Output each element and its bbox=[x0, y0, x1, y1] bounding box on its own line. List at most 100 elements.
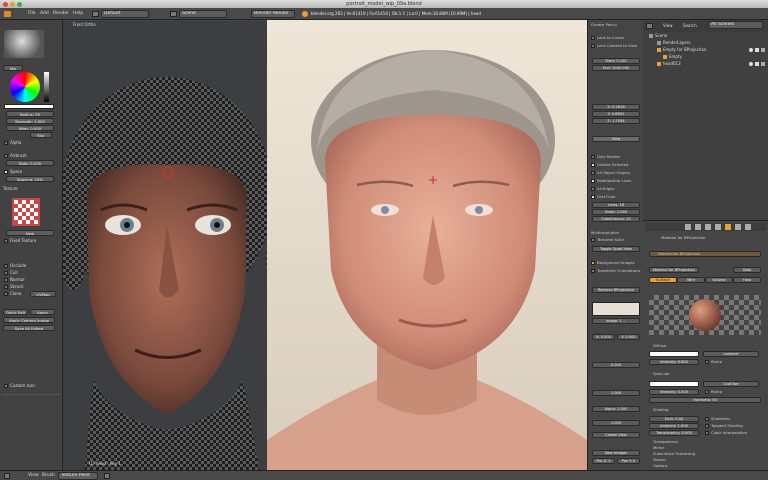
strand-section[interactable]: Strand bbox=[653, 457, 666, 462]
outliner-item-empty[interactable]: Empty bbox=[669, 54, 682, 59]
outliner-view-menu[interactable]: View bbox=[663, 23, 673, 28]
visibility-eye-icon[interactable] bbox=[749, 62, 753, 66]
reference-photo-viewport[interactable] bbox=[267, 20, 587, 470]
scene-tab-icon[interactable] bbox=[695, 224, 701, 230]
menu-add[interactable]: Add bbox=[40, 11, 49, 16]
material-slot-list-item[interactable]: Material for BProjection bbox=[649, 251, 761, 257]
specular-intensity-field[interactable]: Intensity: 0.500 bbox=[649, 389, 699, 395]
save-all-edited-button[interactable]: Save All Edited bbox=[3, 325, 55, 331]
shading-mode-icon[interactable] bbox=[104, 473, 110, 479]
menu-brush[interactable]: Brush bbox=[42, 473, 55, 478]
lock-cursor-checkbox[interactable] bbox=[591, 36, 595, 40]
stencil-checkbox[interactable] bbox=[4, 285, 8, 289]
alpha-field[interactable]: Alpha: 1.000 bbox=[592, 406, 640, 412]
surface-tab[interactable]: Surface bbox=[649, 277, 677, 283]
all-object-origins-checkbox[interactable] bbox=[591, 171, 595, 175]
texture-tab-icon[interactable] bbox=[735, 224, 741, 230]
render-engine-select[interactable]: Blender Render bbox=[251, 10, 295, 18]
jitter-field[interactable]: Jitter: 0.000 bbox=[6, 125, 54, 131]
outliner-item-head[interactable]: head013 bbox=[663, 61, 681, 66]
tangent-shading-checkbox[interactable] bbox=[705, 424, 709, 428]
render-camera-icon[interactable] bbox=[761, 48, 765, 52]
screen-layout-icon[interactable] bbox=[92, 11, 99, 17]
outline-selected-checkbox[interactable] bbox=[591, 163, 595, 167]
color-mode-select[interactable]: Mix bbox=[3, 65, 23, 71]
brush-preview[interactable] bbox=[4, 30, 44, 58]
texture-preview[interactable] bbox=[12, 198, 40, 226]
new-images-button[interactable]: New Images bbox=[592, 450, 640, 456]
view-button[interactable]: View bbox=[592, 136, 640, 142]
cursor-y-field[interactable]: Y: 0.6801 bbox=[592, 111, 640, 117]
menu-help[interactable]: Help bbox=[73, 11, 83, 16]
value-slider[interactable] bbox=[44, 72, 49, 102]
size-y-field[interactable]: Y: 0.000 bbox=[617, 334, 640, 340]
render-tab-icon[interactable] bbox=[685, 224, 691, 230]
ambient-field[interactable]: Ambient: 1.000 bbox=[649, 423, 699, 429]
scale2-field[interactable]: 1.000 bbox=[592, 420, 640, 426]
3d-viewport-model[interactable]: Front Ortho (1) head : Key 1 bbox=[63, 20, 267, 470]
clone-layer-select[interactable]: UVMap bbox=[30, 291, 56, 297]
apply-camera-image-button[interactable]: Apply Camera Image bbox=[3, 317, 55, 323]
outliner-filter-select[interactable]: All Scenes bbox=[708, 21, 763, 29]
select-arrow-icon[interactable] bbox=[755, 48, 759, 52]
grid-scale-field[interactable]: Scale: 1.000 bbox=[592, 209, 640, 215]
diffuse-intensity-field[interactable]: Intensity: 0.800 bbox=[649, 359, 699, 365]
shadeless-checkbox[interactable] bbox=[705, 417, 709, 421]
scene-select[interactable]: Scene bbox=[179, 10, 227, 18]
material-tab-icon[interactable] bbox=[725, 224, 731, 230]
specular-shader-select[interactable]: CookTorr bbox=[703, 381, 759, 387]
rate-field[interactable]: Rate: 0.100 bbox=[6, 160, 54, 166]
material-data-select[interactable]: Data bbox=[733, 267, 761, 273]
clip-end-field[interactable]: End: 1000.000 bbox=[592, 65, 640, 71]
mirror-section[interactable]: Mirror bbox=[653, 445, 664, 450]
world-tab-icon[interactable] bbox=[705, 224, 711, 230]
transparency-section[interactable]: Transparency bbox=[653, 439, 678, 444]
select-arrow-icon[interactable] bbox=[755, 62, 759, 66]
editor-type-icon[interactable] bbox=[4, 473, 10, 479]
render-camera-icon[interactable] bbox=[761, 62, 765, 66]
outliner-item-empty-bprojection[interactable]: Empty for BProjection bbox=[663, 47, 706, 52]
airbrush-checkbox[interactable] bbox=[4, 154, 8, 158]
options-section[interactable]: Options bbox=[653, 463, 668, 468]
menu-file[interactable]: File bbox=[28, 11, 36, 16]
halo-tab[interactable]: Halo bbox=[733, 277, 761, 283]
clone-checkbox[interactable] bbox=[4, 292, 8, 296]
all-edges-checkbox[interactable] bbox=[591, 187, 595, 191]
diffuse-shader-select[interactable]: Lambert bbox=[703, 351, 759, 357]
only-render-checkbox[interactable] bbox=[591, 155, 595, 159]
menu-render[interactable]: Render bbox=[53, 11, 69, 16]
rotation-field[interactable]: 0.000 bbox=[592, 362, 640, 368]
grid-floor-checkbox[interactable] bbox=[591, 195, 595, 199]
bg-images-checkbox[interactable] bbox=[591, 261, 595, 265]
create-view-button[interactable]: Create View bbox=[592, 432, 640, 438]
clip-start-field[interactable]: Start: 0.100 bbox=[592, 58, 640, 64]
outliner-search-menu[interactable]: Search bbox=[683, 23, 697, 28]
space-checkbox[interactable] bbox=[4, 170, 8, 174]
color-wheel[interactable] bbox=[10, 72, 40, 102]
toggle-quad-view-button[interactable]: Toggle Quad View bbox=[592, 246, 640, 252]
info-editor-icon[interactable] bbox=[4, 11, 11, 17]
fixed-texture-checkbox[interactable] bbox=[4, 239, 8, 243]
radius-field[interactable]: Radius: 35 bbox=[6, 111, 54, 117]
mode-select[interactable]: Texture Paint bbox=[58, 472, 98, 480]
sss-section[interactable]: Subsurface Scattering bbox=[653, 451, 695, 456]
grid-lines-field[interactable]: Lines: 16 bbox=[592, 202, 640, 208]
cull-checkbox[interactable] bbox=[4, 271, 8, 275]
pos-y-field[interactable]: Pos Y: 0 bbox=[617, 458, 640, 464]
bg-image-thumbnail[interactable] bbox=[592, 302, 640, 316]
diffuse-color[interactable] bbox=[649, 351, 699, 357]
textured-solid-checkbox[interactable] bbox=[591, 238, 595, 242]
size-x-field[interactable]: X: 0.000 bbox=[592, 334, 615, 340]
screen-layout-select[interactable]: Default bbox=[101, 10, 149, 18]
quick-edit-button[interactable]: Quick Edit bbox=[3, 309, 28, 315]
wire-tab[interactable]: Wire bbox=[677, 277, 705, 283]
strength-field[interactable]: Strength: 1.000 bbox=[6, 118, 54, 124]
scene-icon[interactable] bbox=[170, 11, 177, 17]
visibility-eye-icon[interactable] bbox=[749, 48, 753, 52]
diffuse-ramp-checkbox[interactable] bbox=[705, 360, 709, 364]
apply-button[interactable]: Apply bbox=[30, 309, 55, 315]
lock-camera-checkbox[interactable] bbox=[591, 44, 595, 48]
relationship-lines-checkbox[interactable] bbox=[591, 179, 595, 183]
occlude-checkbox[interactable] bbox=[4, 264, 8, 268]
material-datablock-select[interactable]: Material for BProjection bbox=[649, 267, 699, 273]
